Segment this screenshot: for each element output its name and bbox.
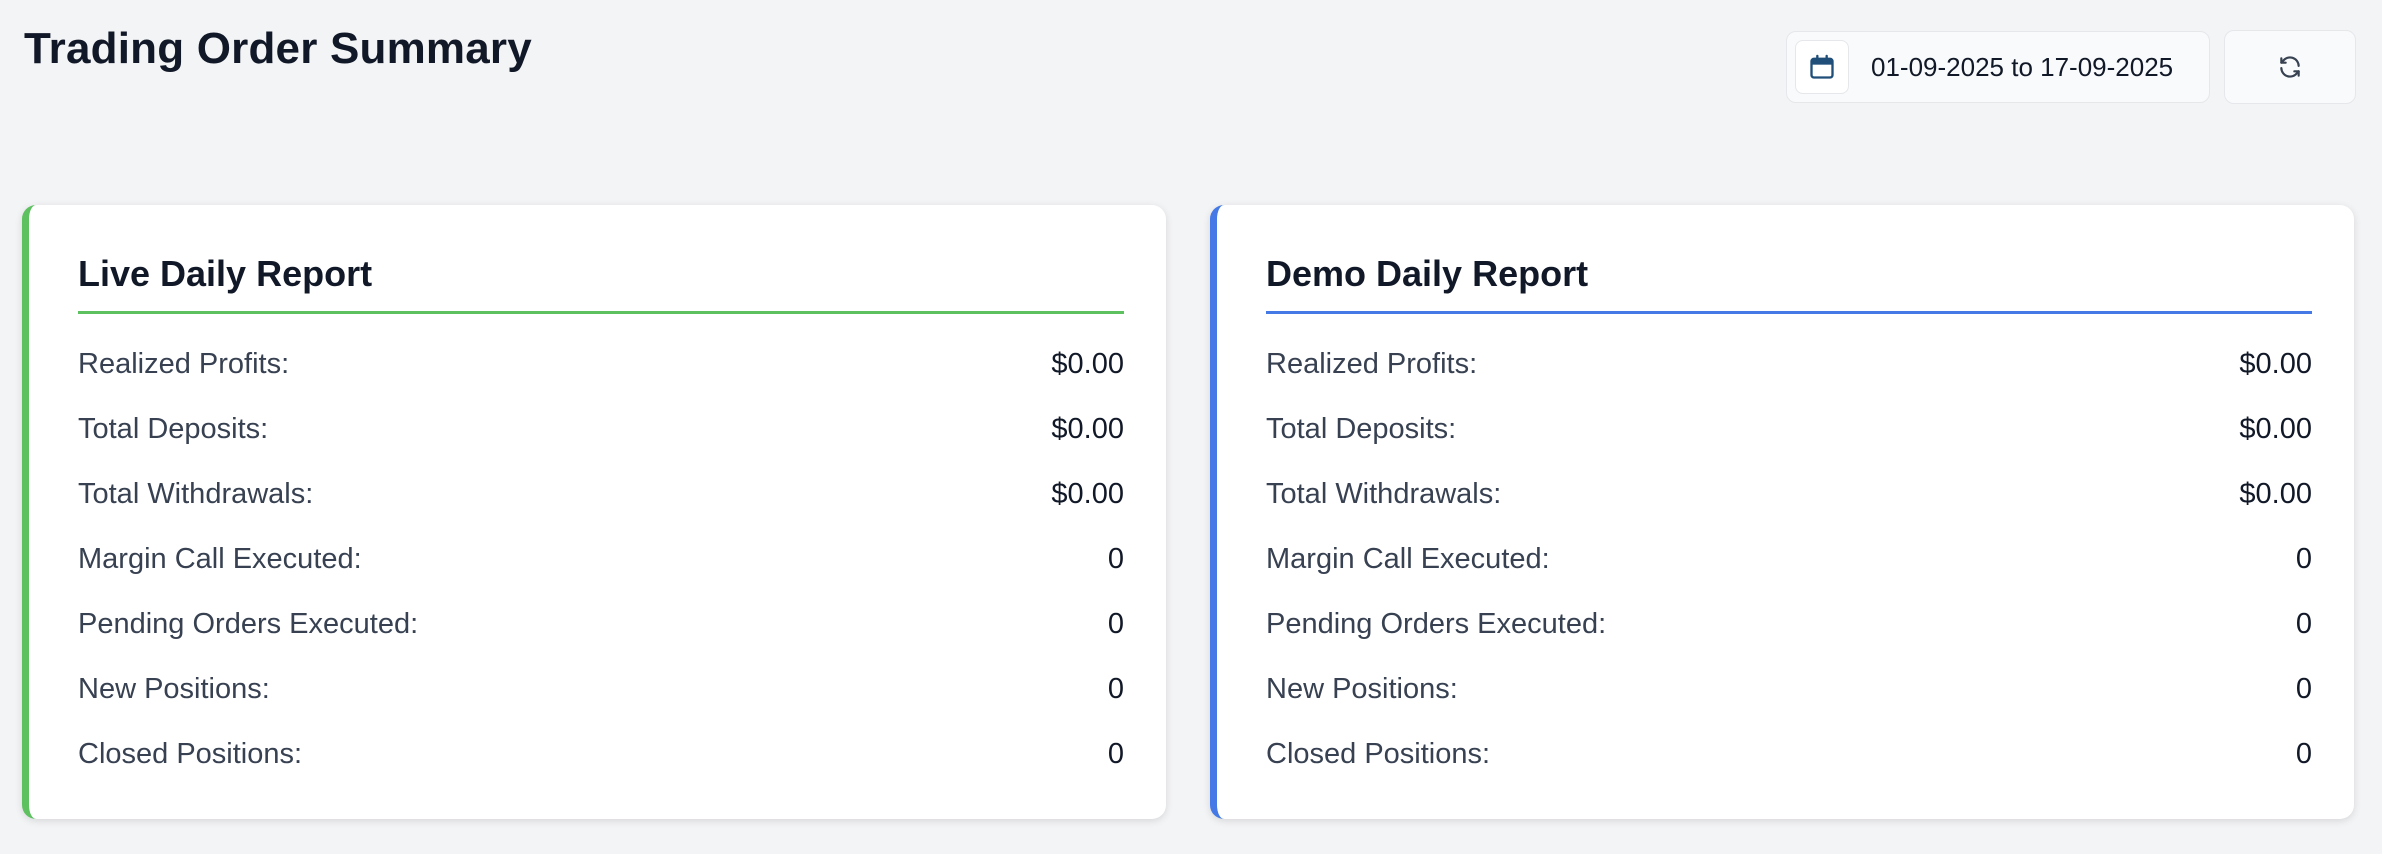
row-value: 0 <box>1107 608 1124 640</box>
live-row-pending-orders-executed: Pending Orders Executed: 0 <box>78 592 1124 657</box>
row-value: 0 <box>1107 543 1124 575</box>
live-row-realized-profits: Realized Profits: $0.00 <box>78 332 1124 397</box>
row-label: Closed Positions: <box>1266 738 1491 770</box>
row-value: $0.00 <box>2239 413 2312 445</box>
row-value: $0.00 <box>2239 348 2312 380</box>
date-range-text: 01-09-2025 to 17-09-2025 <box>1871 51 2174 82</box>
row-value: 0 <box>1107 673 1124 705</box>
row-label: Realized Profits: <box>78 348 290 380</box>
row-label: Total Withdrawals: <box>1266 478 1502 510</box>
row-label: Realized Profits: <box>1266 348 1478 380</box>
row-value: 0 <box>2295 543 2312 575</box>
refresh-icon <box>2280 56 2300 78</box>
row-value: 0 <box>2295 738 2312 770</box>
demo-report-rows: Realized Profits: $0.00 Total Deposits: … <box>1266 332 2312 787</box>
live-row-margin-call-executed: Margin Call Executed: 0 <box>78 527 1124 592</box>
row-value: 0 <box>2295 673 2312 705</box>
live-card-title: Live Daily Report <box>78 253 1124 314</box>
row-label: Margin Call Executed: <box>1266 543 1550 575</box>
demo-row-total-deposits: Total Deposits: $0.00 <box>1266 397 2312 462</box>
row-label: Closed Positions: <box>78 738 303 770</box>
toolbar: 01-09-2025 to 17-09-2025 <box>1786 30 2356 104</box>
row-value: $0.00 <box>1051 413 1124 445</box>
demo-card-title: Demo Daily Report <box>1266 253 2312 314</box>
live-row-new-positions: New Positions: 0 <box>78 657 1124 722</box>
row-label: Total Deposits: <box>1266 413 1457 445</box>
demo-row-pending-orders-executed: Pending Orders Executed: 0 <box>1266 592 2312 657</box>
row-value: $0.00 <box>1051 348 1124 380</box>
row-label: Pending Orders Executed: <box>78 608 419 640</box>
calendar-icon <box>1810 54 1834 79</box>
date-range-picker[interactable]: 01-09-2025 to 17-09-2025 <box>1786 31 2210 103</box>
row-label: Total Deposits: <box>78 413 269 445</box>
row-label: New Positions: <box>78 673 270 705</box>
demo-row-margin-call-executed: Margin Call Executed: 0 <box>1266 527 2312 592</box>
page: Trading Order Summary 01-09-2025 to 17-0… <box>0 0 2382 854</box>
refresh-button[interactable] <box>2224 30 2356 104</box>
row-value: $0.00 <box>2239 478 2312 510</box>
row-label: Pending Orders Executed: <box>1266 608 1607 640</box>
row-value: 0 <box>2295 608 2312 640</box>
live-row-total-deposits: Total Deposits: $0.00 <box>78 397 1124 462</box>
demo-row-closed-positions: Closed Positions: 0 <box>1266 722 2312 787</box>
demo-row-realized-profits: Realized Profits: $0.00 <box>1266 332 2312 397</box>
row-value: $0.00 <box>1051 478 1124 510</box>
row-value: 0 <box>1107 738 1124 770</box>
live-daily-report-card: Live Daily Report Realized Profits: $0.0… <box>22 205 1166 819</box>
live-row-closed-positions: Closed Positions: 0 <box>78 722 1124 787</box>
demo-daily-report-card: Demo Daily Report Realized Profits: $0.0… <box>1210 205 2354 819</box>
live-report-rows: Realized Profits: $0.00 Total Deposits: … <box>78 332 1124 787</box>
row-label: Total Withdrawals: <box>78 478 314 510</box>
calendar-button[interactable] <box>1795 40 1849 94</box>
page-title: Trading Order Summary <box>24 24 532 73</box>
live-row-total-withdrawals: Total Withdrawals: $0.00 <box>78 462 1124 527</box>
row-label: Margin Call Executed: <box>78 543 362 575</box>
demo-row-new-positions: New Positions: 0 <box>1266 657 2312 722</box>
row-label: New Positions: <box>1266 673 1458 705</box>
demo-row-total-withdrawals: Total Withdrawals: $0.00 <box>1266 462 2312 527</box>
